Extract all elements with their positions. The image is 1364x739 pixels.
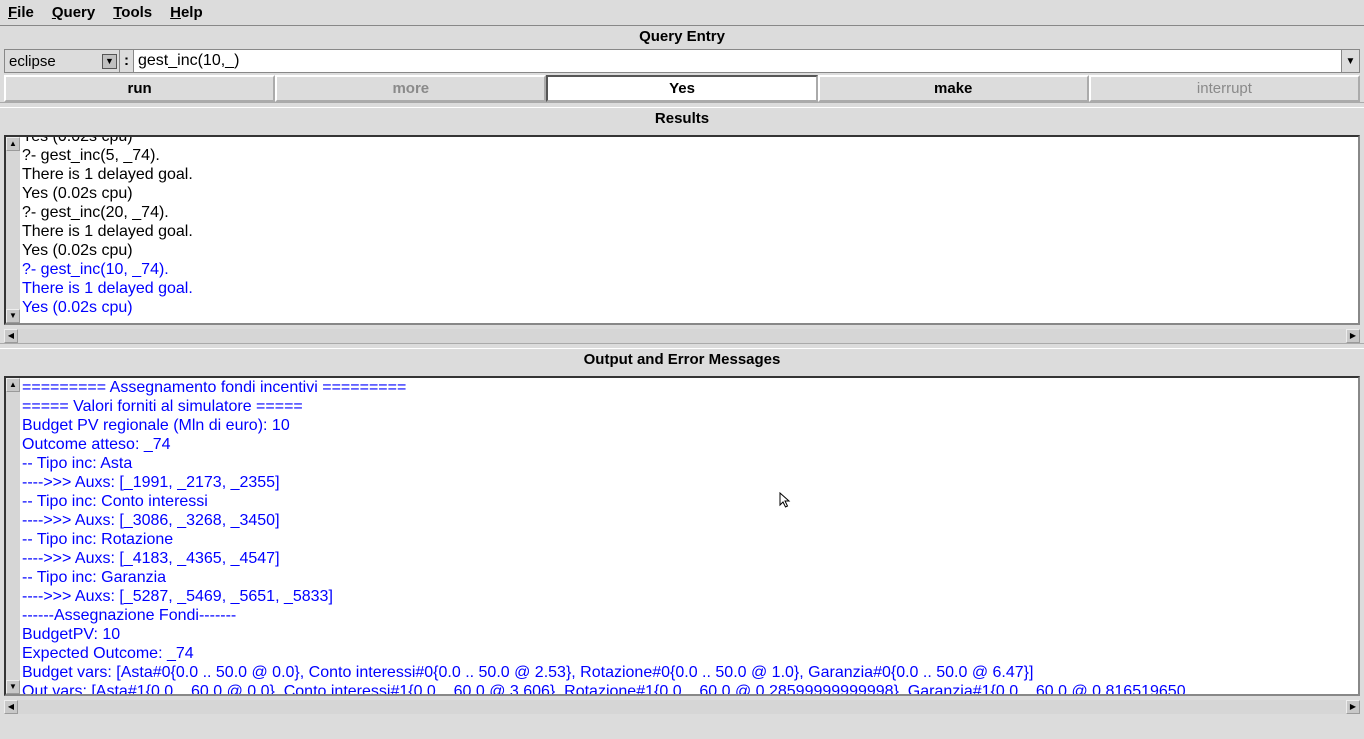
scroll-right-icon[interactable]: ▶	[1346, 329, 1360, 343]
output-vscroll[interactable]: ▲ ▼	[6, 378, 20, 694]
more-button[interactable]: more	[275, 75, 546, 102]
output-title: Output and Error Messages	[0, 349, 1364, 372]
menubar: File Query Tools Help	[0, 0, 1364, 26]
scroll-track[interactable]	[6, 392, 20, 680]
query-history-dropdown-icon[interactable]: ▼	[1341, 50, 1359, 72]
results-hscroll[interactable]: ◀ ▶	[4, 329, 1360, 343]
menu-help[interactable]: Help	[170, 4, 203, 21]
scroll-track[interactable]	[18, 700, 1346, 714]
menu-query[interactable]: Query	[52, 4, 95, 21]
scroll-down-icon[interactable]: ▼	[6, 680, 20, 694]
output-hscroll[interactable]: ◀ ▶	[4, 700, 1360, 714]
scroll-up-icon[interactable]: ▲	[6, 137, 20, 151]
output-text[interactable]: ========= Assegnamento fondi incentivi =…	[20, 378, 1358, 694]
query-buttons: run more Yes make interrupt	[4, 75, 1360, 102]
output-pane: ▲ ▼ ========= Assegnamento fondi incenti…	[4, 376, 1360, 696]
scroll-track[interactable]	[6, 151, 20, 309]
run-button[interactable]: run	[4, 75, 275, 102]
dropdown-arrow-icon[interactable]: ▼	[102, 54, 117, 69]
query-entry-title: Query Entry	[0, 26, 1364, 49]
results-pane: ▲ ▼ Yes (0.02s cpu)?- gest_inc(5, _74).T…	[4, 135, 1360, 325]
results-title: Results	[0, 108, 1364, 131]
scroll-right-icon[interactable]: ▶	[1346, 700, 1360, 714]
interrupt-button[interactable]: interrupt	[1089, 75, 1360, 102]
query-input[interactable]	[134, 50, 1341, 72]
results-text[interactable]: Yes (0.02s cpu)?- gest_inc(5, _74).There…	[20, 137, 1358, 323]
engine-label: eclipse	[9, 53, 56, 70]
make-button[interactable]: make	[818, 75, 1089, 102]
yes-button[interactable]: Yes	[546, 75, 817, 102]
scroll-track[interactable]	[18, 329, 1346, 343]
scroll-left-icon[interactable]: ◀	[4, 700, 18, 714]
scroll-down-icon[interactable]: ▼	[6, 309, 20, 323]
scroll-up-icon[interactable]: ▲	[6, 378, 20, 392]
engine-dropdown[interactable]: eclipse ▼	[5, 50, 120, 72]
menu-file[interactable]: File	[8, 4, 34, 21]
results-vscroll[interactable]: ▲ ▼	[6, 137, 20, 323]
scroll-left-icon[interactable]: ◀	[4, 329, 18, 343]
query-entry-row: eclipse ▼ : ▼	[4, 49, 1360, 73]
query-separator: :	[120, 50, 134, 72]
menu-tools[interactable]: Tools	[113, 4, 152, 21]
